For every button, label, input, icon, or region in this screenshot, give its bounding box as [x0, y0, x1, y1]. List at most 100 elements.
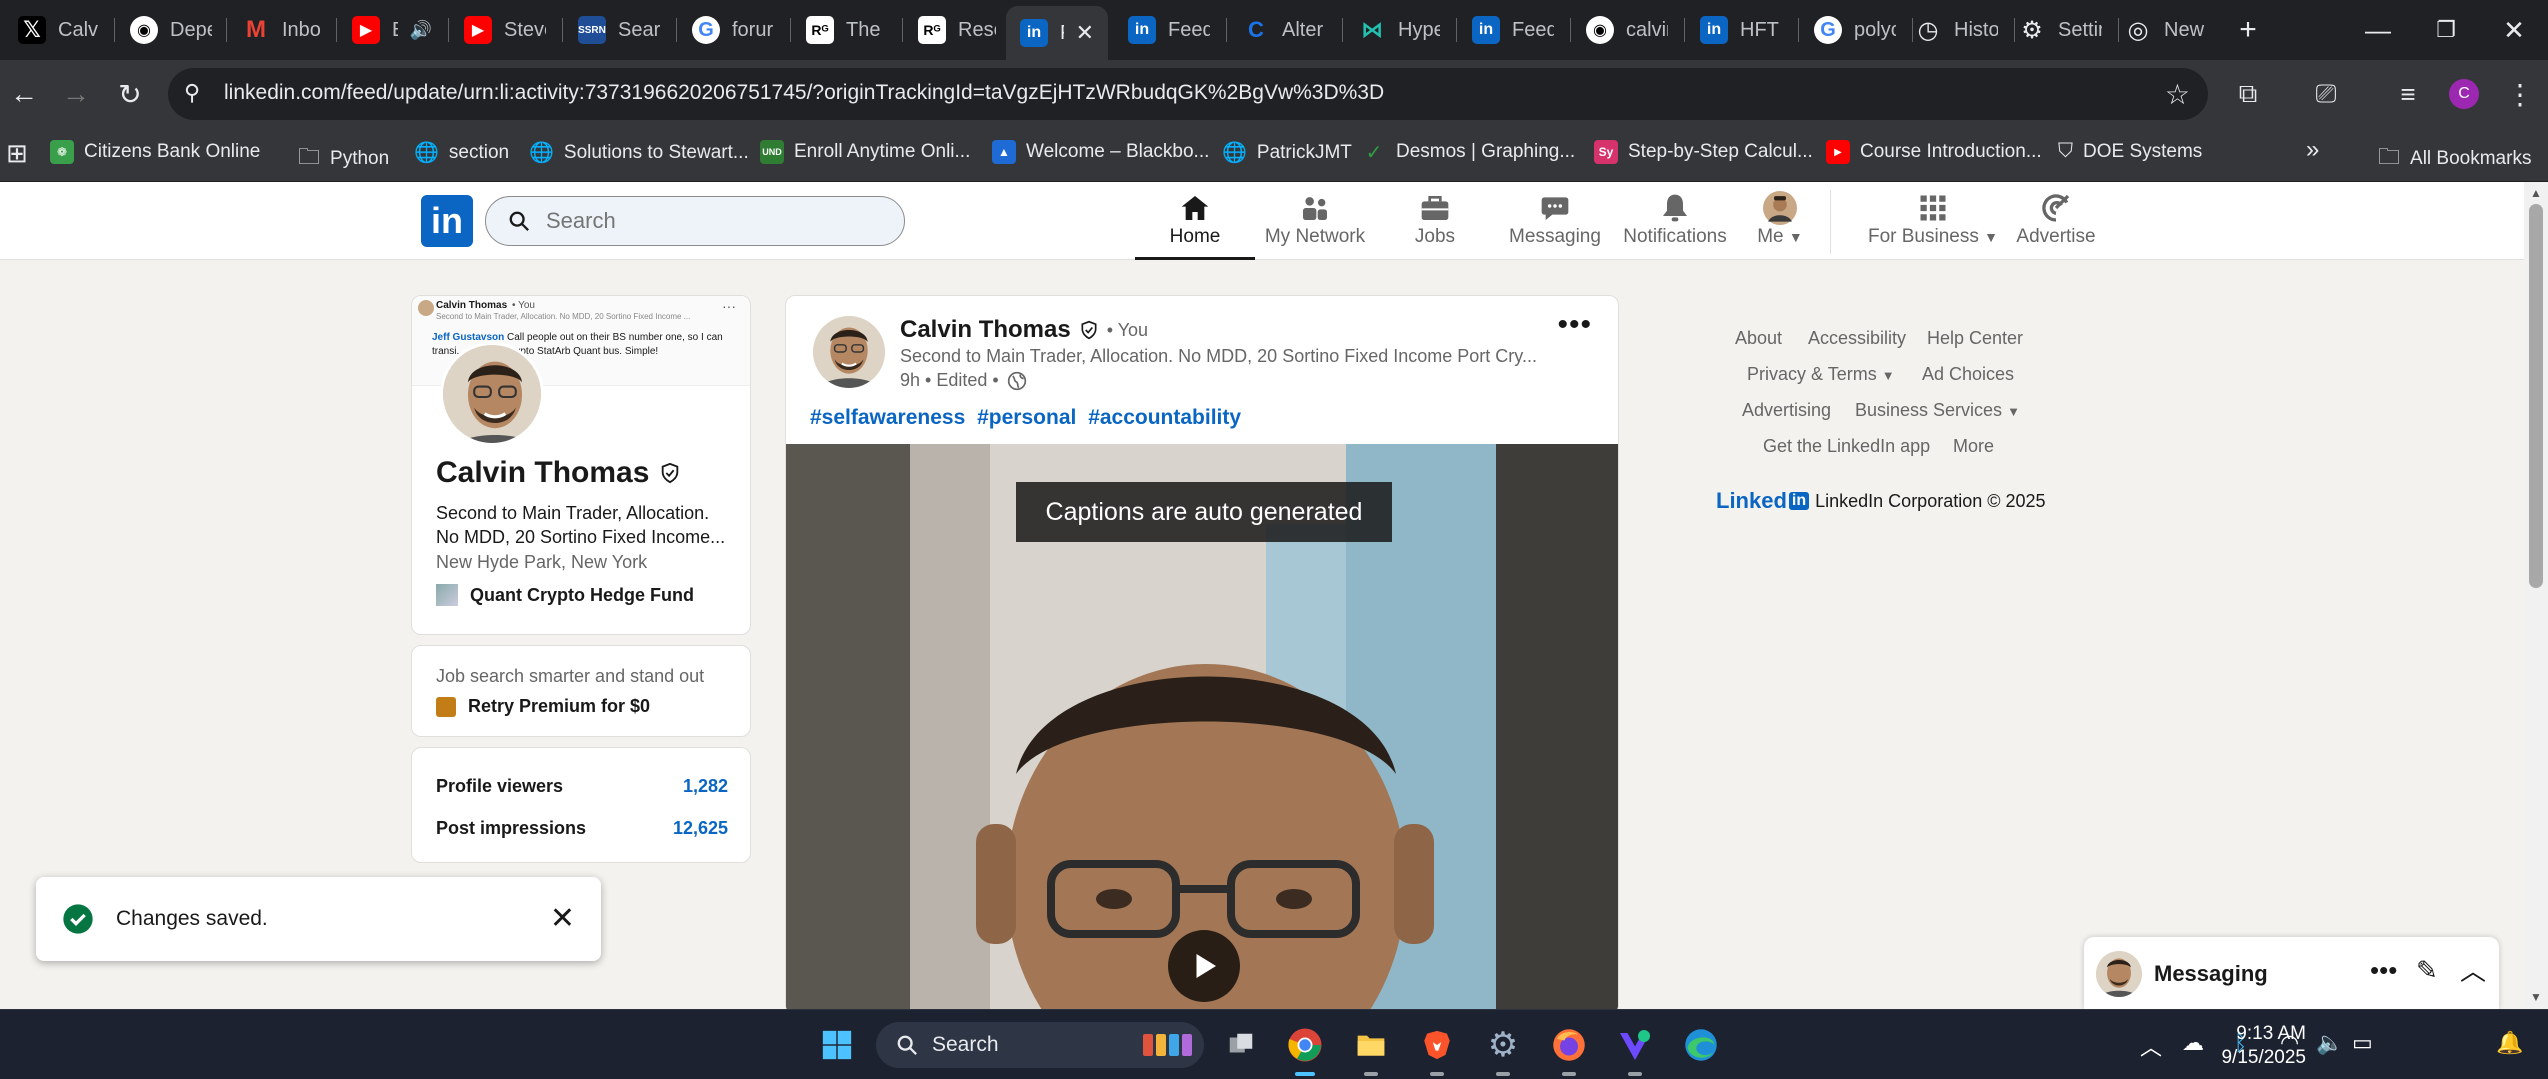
- profile-avatar[interactable]: [440, 342, 544, 446]
- footer-privacy-terms[interactable]: Privacy & Terms ▼: [1747, 364, 1895, 385]
- profile-button[interactable]: C: [2440, 70, 2488, 118]
- close-tab-icon[interactable]: ✕: [1076, 20, 1094, 46]
- tab-history[interactable]: ◷ Histo: [1900, 8, 2012, 52]
- tab-researchgate[interactable]: Rᴳ The F: [792, 8, 900, 52]
- restore-button[interactable]: ❐: [2410, 0, 2482, 60]
- footer-about[interactable]: About: [1735, 328, 1782, 349]
- profile-name[interactable]: Calvin Thomas: [436, 456, 681, 490]
- tab-settings[interactable]: ⚙ Settir: [2004, 8, 2116, 52]
- tab-youtube[interactable]: ▶ Steve: [450, 8, 560, 52]
- edge-icon[interactable]: [1678, 1022, 1724, 1068]
- tab-google-2[interactable]: G polyc: [1800, 8, 1910, 52]
- nav-for-business[interactable]: For Business ▼: [1860, 190, 2006, 260]
- hashtag-link[interactable]: #accountability: [1088, 406, 1241, 429]
- nav-my-network[interactable]: My Network: [1255, 190, 1375, 260]
- brave-icon[interactable]: [1414, 1022, 1460, 1076]
- stat-post-impressions[interactable]: Post impressions 12,625: [436, 818, 728, 839]
- more-icon[interactable]: •••: [2370, 955, 2397, 986]
- tab-linkedin-hft[interactable]: in HFT (: [1686, 8, 1796, 52]
- show-hidden-icons[interactable]: ︿: [2140, 1030, 2162, 1062]
- footer-more[interactable]: More: [1953, 436, 1994, 457]
- messaging-overlay[interactable]: Messaging ••• ✎ ︿: [2084, 937, 2499, 1009]
- settings-icon[interactable]: ⚙: [1480, 1022, 1526, 1076]
- profile-company[interactable]: Quant Crypto Hedge Fund: [436, 584, 694, 606]
- scroll-up-icon[interactable]: ▲: [2530, 186, 2542, 200]
- tab-x[interactable]: 𝕏 Calvi: [4, 8, 112, 52]
- post-author-name[interactable]: Calvin Thomas • You: [900, 316, 1148, 344]
- notification-center-icon[interactable]: 🔔: [2496, 1030, 2523, 1056]
- apps-grid-icon[interactable]: ⊞: [6, 138, 28, 169]
- bookmark-python[interactable]: 🗀 Python: [298, 140, 389, 178]
- close-window-button[interactable]: ✕: [2478, 0, 2548, 60]
- bookmark-patrickjmt[interactable]: 🌐 PatrickJMT: [1222, 140, 1352, 165]
- chevron-up-icon[interactable]: ︿: [2460, 951, 2486, 988]
- taskbar-search[interactable]: Search: [876, 1022, 1204, 1068]
- stat-profile-viewers[interactable]: Profile viewers 1,282: [436, 776, 728, 797]
- file-explorer-icon[interactable]: [1348, 1022, 1394, 1076]
- windows-start-icon[interactable]: [814, 1022, 860, 1068]
- forward-button[interactable]: →: [52, 70, 100, 118]
- bookmark-desmos[interactable]: ✓ Desmos | Graphing...: [1362, 140, 1576, 164]
- bookmark-stewart[interactable]: 🌐 Solutions to Stewart...: [529, 140, 749, 165]
- bookmarks-overflow-icon[interactable]: »: [2306, 136, 2319, 164]
- post-more-options-icon[interactable]: •••: [1557, 308, 1592, 342]
- bookmark-section[interactable]: 🌐 section: [414, 140, 509, 165]
- tab-linkedin-feed-2[interactable]: in Feed: [1458, 8, 1568, 52]
- back-button[interactable]: ←: [0, 70, 48, 118]
- tab-github[interactable]: ◉ Depe: [116, 8, 226, 52]
- close-icon[interactable]: ✕: [550, 901, 575, 936]
- footer-accessibility[interactable]: Accessibility: [1808, 328, 1906, 349]
- tab-google[interactable]: G forur: [678, 8, 788, 52]
- premium-cta[interactable]: Retry Premium for $0: [436, 696, 650, 717]
- menu-kebab-icon[interactable]: ⋮: [2496, 70, 2544, 118]
- bookmark-course[interactable]: ▶ Course Introduction...: [1826, 140, 2042, 164]
- bookmark-star-icon[interactable]: ☆: [2165, 78, 2190, 111]
- url-text[interactable]: linkedin.com/feed/update/urn:li:activity…: [224, 81, 1384, 105]
- footer-get-app[interactable]: Get the LinkedIn app: [1763, 436, 1930, 457]
- play-button[interactable]: [1168, 930, 1240, 1002]
- tab-hype[interactable]: ⋈ Hype: [1344, 8, 1454, 52]
- tab-new[interactable]: ◎ New: [2110, 8, 2222, 52]
- tab-youtube-audio[interactable]: ▶ B 🔊: [338, 8, 446, 52]
- media-control-icon[interactable]: ≡: [2384, 70, 2432, 118]
- new-tab-button[interactable]: +: [2228, 12, 2268, 48]
- bookmark-blackboard[interactable]: ▲ Welcome – Blackbo...: [992, 140, 1209, 164]
- system-clock[interactable]: 9:13 AM 9/15/2025: [2196, 1022, 2306, 1070]
- nav-me[interactable]: Me ▼: [1735, 190, 1825, 260]
- tab-github-2[interactable]: ◉ calvir: [1572, 8, 1682, 52]
- tab-researchgate-2[interactable]: Rᴳ Resea: [904, 8, 1010, 52]
- hashtag-link[interactable]: #personal: [977, 406, 1076, 429]
- volume-icon[interactable]: 🔈: [2316, 1030, 2343, 1056]
- address-bar[interactable]: ⚲ linkedin.com/feed/update/urn:li:activi…: [168, 68, 2208, 120]
- post-video[interactable]: Captions are auto generated: [786, 444, 1618, 1014]
- tab-linkedin-feed[interactable]: in Feed: [1114, 8, 1224, 52]
- chrome-taskbar-icon[interactable]: [1282, 1022, 1328, 1076]
- post-author-avatar[interactable]: [813, 316, 885, 388]
- minimize-button[interactable]: —: [2342, 0, 2414, 60]
- all-bookmarks[interactable]: 🗀 All Bookmarks: [2378, 140, 2531, 178]
- page-scrollbar[interactable]: ▲ ▼: [2524, 182, 2548, 1009]
- scroll-down-icon[interactable]: ▼: [2530, 990, 2542, 1004]
- nav-notifications[interactable]: Notifications: [1615, 190, 1735, 260]
- bookmark-symbolab[interactable]: Sy Step-by-Step Calcul...: [1594, 140, 1813, 164]
- compose-icon[interactable]: ✎: [2416, 955, 2438, 986]
- footer-ad-choices[interactable]: Ad Choices: [1922, 364, 2014, 385]
- footer-advertising[interactable]: Advertising: [1742, 400, 1831, 421]
- scrollbar-thumb[interactable]: [2529, 204, 2543, 588]
- hashtag-link[interactable]: #selfawareness: [810, 406, 965, 429]
- bookmark-citizens[interactable]: ❁ Citizens Bank Online: [50, 140, 260, 164]
- nav-home[interactable]: Home: [1135, 190, 1255, 260]
- search-box[interactable]: [485, 196, 905, 246]
- firefox-icon[interactable]: [1546, 1022, 1592, 1076]
- nav-messaging[interactable]: Messaging: [1495, 190, 1615, 260]
- footer-help-center[interactable]: Help Center: [1927, 328, 2023, 349]
- tab-alter[interactable]: C Alter: [1228, 8, 1340, 52]
- site-info-icon[interactable]: ⚲: [184, 80, 200, 106]
- linkedin-logo[interactable]: in: [421, 195, 473, 247]
- footer-business-services[interactable]: Business Services ▼: [1855, 400, 2020, 421]
- search-input[interactable]: [546, 208, 846, 234]
- premium-card[interactable]: Job search smarter and stand out Retry P…: [411, 645, 751, 737]
- nav-jobs[interactable]: Jobs: [1375, 190, 1495, 260]
- tab-linkedin-active[interactable]: in F ✕: [1006, 6, 1108, 60]
- vpn-icon[interactable]: [1612, 1022, 1658, 1076]
